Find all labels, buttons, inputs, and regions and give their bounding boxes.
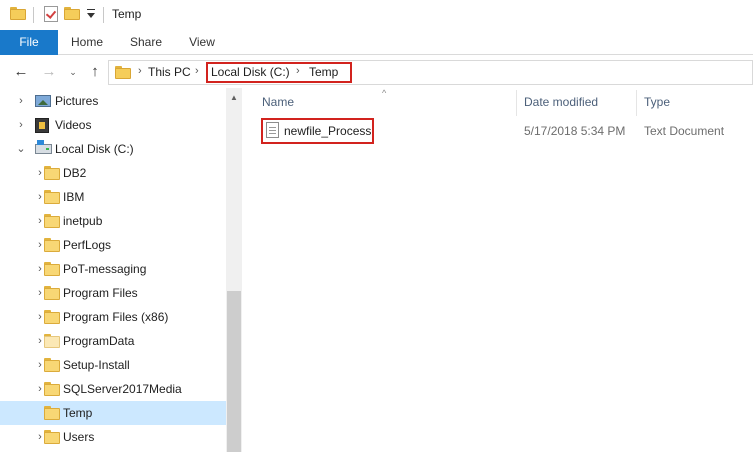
tree-item[interactable]: › DB2 (0, 161, 226, 185)
tree-item[interactable]: › Users (0, 425, 226, 449)
tree-item[interactable]: › PoT-messaging (0, 257, 226, 281)
folder-icon (44, 238, 60, 252)
chevron-down-icon[interactable]: ⌄ (15, 142, 27, 156)
file-row[interactable]: newfile_Process 5/17/2018 5:34 PM Text D… (256, 118, 753, 144)
breadcrumb-highlight (206, 62, 352, 83)
tab-home[interactable]: Home (64, 30, 110, 55)
chevron-right-icon[interactable]: › (15, 118, 27, 132)
tree-item-label: DB2 (63, 166, 87, 180)
tree-item-label: Local Disk (C:) (55, 142, 134, 156)
folder-icon (10, 7, 26, 20)
tab-file[interactable]: File (0, 30, 58, 55)
column-divider[interactable] (516, 90, 517, 116)
tree-item-label: SQLServer2017Media (63, 382, 182, 396)
scroll-up-arrow[interactable]: ▲ (226, 92, 242, 104)
new-folder-icon[interactable] (64, 7, 80, 20)
tree-item-label: Program Files (x86) (63, 310, 169, 324)
folder-icon (44, 382, 60, 396)
forward-button[interactable]: → (40, 63, 58, 81)
folder-icon (44, 358, 60, 372)
videos-icon (35, 118, 49, 133)
tree-item[interactable]: › PerfLogs (0, 233, 226, 257)
tree-item[interactable]: Temp (0, 401, 226, 425)
tree-item[interactable]: › Program Files (x86) (0, 305, 226, 329)
folder-icon (44, 190, 60, 204)
pictures-icon (35, 95, 51, 107)
tree-item[interactable]: › IBM (0, 185, 226, 209)
folder-icon (44, 310, 60, 324)
tree-item-label: PerfLogs (63, 238, 112, 252)
tree-item[interactable]: › ProgramData (0, 329, 226, 353)
column-header-type[interactable]: Type (644, 95, 670, 109)
folder-icon (44, 262, 60, 276)
properties-icon[interactable] (44, 6, 58, 22)
tree-item-label: Videos (55, 118, 92, 132)
tree-item-label: Program Files (63, 286, 138, 300)
column-header-date-modified[interactable]: Date modified (524, 95, 598, 109)
folder-icon (115, 66, 131, 79)
folder-icon (44, 430, 60, 444)
folder-icon (44, 406, 60, 420)
tree-item-label: Setup-Install (63, 358, 130, 372)
customize-toolbar-icon[interactable] (86, 8, 96, 20)
ribbon-tabs: File Home Share View (0, 30, 753, 55)
file-date-modified: 5/17/2018 5:34 PM (524, 124, 626, 138)
tree-item-label: Temp (63, 406, 93, 420)
window-title: Temp (112, 7, 142, 21)
folder-icon (44, 214, 60, 228)
tree-item-label: Users (63, 430, 95, 444)
file-list: ^ Name Date modified Type newfile_Proces… (242, 88, 753, 452)
chevron-right-icon[interactable]: › (15, 94, 27, 108)
title-bar: Temp (0, 0, 753, 30)
tree-item[interactable]: › SQLServer2017Media (0, 377, 226, 401)
file-type: Text Document (644, 124, 725, 138)
folder-icon (44, 166, 60, 180)
breadcrumb-separator[interactable]: › (138, 65, 142, 77)
tree-item[interactable]: › Program Files (0, 281, 226, 305)
back-button[interactable]: ← (12, 63, 30, 81)
tree-item[interactable]: › Pictures (0, 89, 226, 113)
up-button[interactable]: ↑ (86, 63, 104, 81)
tab-share[interactable]: Share (122, 30, 170, 55)
local-disk-icon (35, 140, 52, 154)
tree-item[interactable]: › Setup-Install (0, 353, 226, 377)
tree-item-label: inetpub (63, 214, 103, 228)
tab-view[interactable]: View (182, 30, 222, 55)
tree-item[interactable]: › inetpub (0, 209, 226, 233)
address-row: ← → ⌄ ↑ › This PC › Local Disk (C:) › Te… (0, 56, 753, 88)
breadcrumb-separator[interactable]: › (195, 65, 199, 77)
tree-item-label: IBM (63, 190, 85, 204)
address-bar[interactable]: › This PC › Local Disk (C:) › Temp (108, 60, 753, 85)
tree-item[interactable]: › Videos (0, 113, 226, 137)
recent-locations-button[interactable]: ⌄ (66, 63, 80, 81)
navigation-pane: › Pictures › Videos ⌄ Local Disk (C:) › DB2 › IBM… (0, 88, 242, 452)
tree-item[interactable]: ⌄ Local Disk (C:) (0, 137, 226, 161)
column-header-name[interactable]: Name (262, 95, 294, 109)
toolbar-divider (103, 7, 104, 23)
folder-icon-pale (44, 334, 60, 348)
tree-item-label: Pictures (55, 94, 99, 108)
tree-item-label: PoT-messaging (63, 262, 147, 276)
folder-icon (44, 286, 60, 300)
navigation-scrollbar[interactable]: ▲ (226, 88, 242, 452)
scroll-thumb[interactable] (227, 291, 241, 452)
file-highlight (261, 118, 374, 144)
toolbar-divider (33, 7, 34, 23)
tree-item-label: ProgramData (63, 334, 135, 348)
sort-ascending-icon: ^ (382, 88, 387, 98)
column-divider[interactable] (636, 90, 637, 116)
breadcrumb-this-pc[interactable]: This PC (148, 65, 191, 79)
